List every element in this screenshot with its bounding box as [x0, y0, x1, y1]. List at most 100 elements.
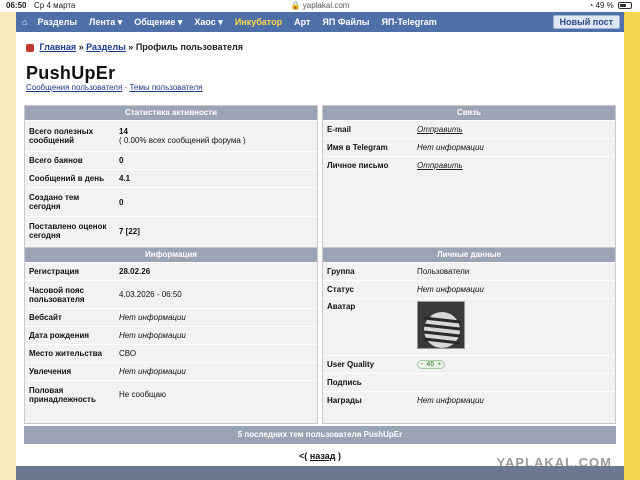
table-row: Подпись [323, 373, 615, 391]
personal-title: Личные данные [323, 248, 615, 262]
nav-art[interactable]: Арт [294, 17, 310, 27]
nav-sections[interactable]: Разделы [37, 17, 77, 27]
user-topics-link[interactable]: Темы пользователя [129, 83, 202, 92]
row-value [413, 374, 421, 391]
table-row: Дата рождения Нет информации [25, 326, 317, 344]
info-panel: Информация Регистрация 28.02.26 Часовой … [24, 247, 318, 424]
row-label: Место жительства [29, 349, 102, 358]
table-row: Статус Нет информации [323, 280, 615, 298]
row-value: Отправить [413, 121, 467, 138]
profile-page: ⌂ Разделы Лента ▾ Общение ▾ Хаос ▾ Инкуб… [16, 12, 624, 480]
breadcrumb-sep: » [128, 42, 134, 52]
right-margin [624, 12, 640, 480]
row-label: Личное письмо [327, 161, 389, 170]
table-row: Всего баянов 0 [25, 151, 317, 169]
table-row: Личное письмо Отправить [323, 156, 615, 174]
battery-percent: 49 % [595, 1, 614, 10]
row-value: Нет информации [417, 396, 484, 405]
row-value: Нет информации [119, 331, 186, 340]
breadcrumb-home[interactable]: Главная [40, 42, 77, 52]
table-row: Имя в Telegram Нет информации [323, 138, 615, 156]
email-send-link[interactable]: Отправить [417, 125, 463, 134]
row-label: Всего полезных сообщений [29, 127, 94, 145]
left-margin [0, 12, 16, 480]
nav-feed[interactable]: Лента ▾ [89, 17, 122, 28]
new-post-button[interactable]: Новый пост [552, 15, 620, 29]
row-value: - 46 + [413, 356, 449, 373]
row-label: Половая принадлежность [29, 385, 96, 404]
uq-value: 46 [426, 361, 435, 368]
table-row: Аватар [323, 298, 615, 355]
row-label: Сообщений в день [29, 174, 104, 183]
row-label: User Quality [327, 360, 375, 369]
row-value: 4.03.2026 - 06:50 [119, 290, 182, 299]
nav-chaos[interactable]: Хаос ▾ [194, 17, 222, 28]
row-label: Группа [327, 267, 355, 276]
nav-talk[interactable]: Общение ▾ [134, 17, 182, 28]
user-posts-link[interactable]: Сообщения пользователя [26, 83, 122, 92]
row-label: Всего баянов [29, 156, 83, 165]
row-label: E-mail [327, 125, 352, 134]
table-row: Увлечения Нет информации [25, 362, 317, 380]
row-label: Подпись [327, 378, 362, 387]
battery-icon [618, 2, 632, 10]
row-value: 14 ( 0.00% всех сообщений форума ) [115, 121, 250, 151]
table-row: Половая принадлежность Не сообщаю [25, 380, 317, 408]
back-open: <( [299, 451, 308, 461]
breadcrumb-icon [26, 43, 34, 52]
url-text: yaplakal.com [302, 1, 350, 10]
row-value: 4.1 [119, 174, 131, 183]
useful-posts-count: 14 [119, 127, 128, 136]
bottom-strip [16, 466, 624, 480]
table-row: Всего полезных сообщений 14 ( 0.00% всех… [25, 120, 317, 151]
info-title: Информация [25, 248, 317, 262]
table-row: E-mail Отправить [323, 120, 615, 138]
table-row: User Quality - 46 + [323, 355, 615, 373]
row-value: 7 [22] [119, 226, 140, 236]
nav-files[interactable]: ЯП Файлы [322, 17, 369, 27]
user-links-sep: · [124, 83, 128, 92]
row-label: Награды [327, 396, 362, 405]
row-value: 0 [119, 197, 124, 207]
table-row: Группа Пользователи [323, 262, 615, 280]
row-value [413, 299, 469, 352]
breadcrumb-current: Профиль пользователя [135, 42, 243, 52]
row-value: Нет информации [119, 367, 186, 376]
back-link[interactable]: назад [310, 451, 336, 461]
table-row: Создано тем сегодня 0 [25, 187, 317, 216]
row-value: Нет информации [417, 285, 484, 294]
row-label: Увлечения [29, 367, 72, 376]
last-topics-header: 5 последних тем пользователя PushUpEr [24, 426, 616, 444]
uq-minus-button[interactable]: - [421, 361, 423, 368]
row-label: Дата рождения [29, 331, 90, 340]
device-status-bar: 06:50 Ср 4 марта 🔒 yaplakal.com ◔ 49 % [0, 0, 640, 12]
breadcrumb-sections[interactable]: Разделы [86, 42, 126, 52]
personal-panel: Личные данные Группа Пользователи Статус… [322, 247, 616, 424]
uq-plus-button[interactable]: + [437, 361, 441, 368]
table-row: Сообщений в день 4.1 [25, 169, 317, 187]
user-quality-widget: - 46 + [417, 360, 446, 369]
row-value: Нет информации [119, 313, 186, 322]
breadcrumb: Главная » Разделы » Профиль пользователя [26, 42, 243, 52]
home-icon[interactable]: ⌂ [22, 17, 27, 27]
nav-telegram[interactable]: ЯП-Telegram [381, 17, 436, 27]
row-label: Имя в Telegram [327, 143, 388, 152]
row-label: Создано тем сегодня [29, 193, 80, 211]
pm-send-link[interactable]: Отправить [417, 161, 463, 170]
nav-incubator[interactable]: Инкубатор [235, 17, 282, 27]
top-navbar: ⌂ Разделы Лента ▾ Общение ▾ Хаос ▾ Инкуб… [16, 12, 624, 32]
avatar[interactable] [417, 301, 465, 349]
back-close: ) [337, 451, 341, 461]
url-bar[interactable]: 🔒 yaplakal.com [0, 1, 640, 10]
row-value: СВО [119, 349, 137, 358]
row-label: Часовой пояс пользователя [29, 285, 85, 304]
page-title: PushUpEr [26, 63, 116, 83]
table-row: Место жительства СВО [25, 344, 317, 362]
row-value: 28.02.26 [119, 267, 151, 276]
row-value: Отправить [413, 157, 467, 174]
row-value: Пользователи [417, 267, 470, 276]
status-right: ◔ 49 % [588, 1, 632, 10]
contact-panel: Связь E-mail Отправить Имя в Telegram Не… [322, 105, 616, 252]
avatar-image [418, 302, 464, 348]
table-row: Часовой пояс пользователя 4.03.2026 - 06… [25, 280, 317, 308]
